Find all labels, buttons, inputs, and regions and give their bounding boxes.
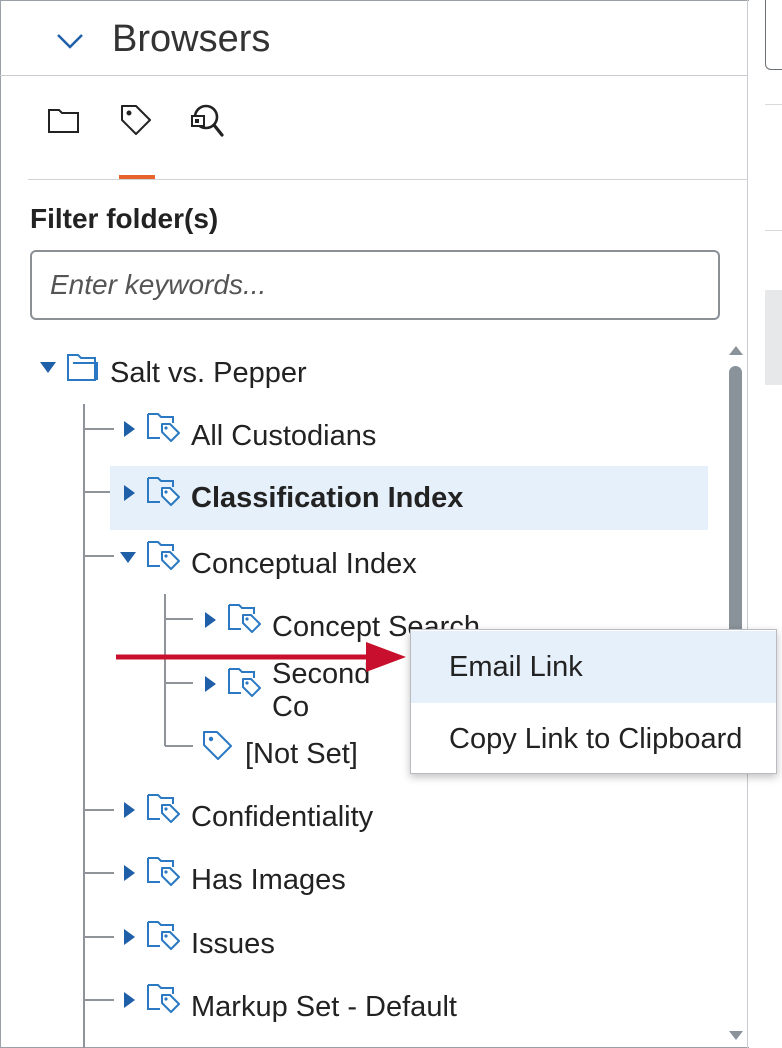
annotation-arrow-icon (116, 642, 406, 672)
tree-item-all-custodians[interactable]: All Custodians (191, 406, 691, 466)
tree-connector (84, 936, 114, 938)
tag-icon[interactable] (118, 102, 154, 138)
caret-right-icon[interactable] (124, 421, 136, 437)
tree-item-label: Issues (191, 927, 275, 960)
tree-item-label: Classification Index (191, 481, 464, 514)
tree-item-has-images[interactable]: Has Images (191, 850, 691, 910)
tree-connector (165, 745, 193, 747)
tree-connector (84, 809, 114, 811)
scroll-up-icon[interactable] (728, 344, 744, 356)
tree-connector (84, 872, 114, 874)
folder-icon[interactable] (46, 102, 82, 138)
tree-item-confidentiality[interactable]: Confidentiality (191, 787, 691, 847)
caret-down-icon[interactable] (120, 552, 136, 564)
caret-right-icon[interactable] (124, 485, 136, 501)
tree-item-label: Conceptual Index (191, 547, 417, 580)
tree-item-issues[interactable]: Issues (191, 914, 691, 974)
chevron-down-icon[interactable] (55, 26, 85, 56)
scrollbar-thumb[interactable] (729, 366, 742, 636)
tree-item-label: Confidentiality (191, 800, 374, 833)
tree-item-markup-set-default[interactable]: Markup Set - Default (191, 977, 691, 1037)
caret-right-icon[interactable] (205, 612, 217, 628)
adjacent-panel-strip (749, 0, 782, 1048)
tag-folder-icon (147, 413, 180, 442)
tag-folder-icon (147, 541, 180, 570)
tag-folder-icon (147, 921, 180, 950)
tag-folder-icon (147, 857, 180, 886)
tag-icon (203, 731, 232, 760)
strip-divider (765, 230, 782, 231)
panel-title: Browsers (112, 18, 271, 60)
adjacent-panel-box (765, 0, 782, 70)
menu-item-copy-link[interactable]: Copy Link to Clipboard (411, 703, 776, 775)
tag-folder-icon (147, 794, 180, 823)
caret-right-icon[interactable] (205, 676, 217, 692)
tag-folder-icon (228, 604, 261, 633)
tree-item-label-row: Classification Index (191, 468, 691, 528)
tag-folder-icon (147, 984, 180, 1013)
tree-connector (165, 618, 193, 620)
tree-item-label: Salt vs. Pepper (110, 356, 307, 389)
tag-folder-icon (147, 477, 180, 506)
tree-item-label: All Custodians (191, 419, 377, 452)
filter-keywords-input[interactable] (30, 250, 720, 320)
panel-header: Browsers (0, 0, 748, 76)
tree-item-label: Markup Set - Default (191, 990, 457, 1023)
saved-search-icon[interactable] (190, 102, 226, 138)
tree-item-salt-vs-pepper[interactable]: Salt vs. Pepper (110, 343, 430, 403)
menu-item-email-link[interactable]: Email Link (411, 631, 776, 703)
tree-item-label: Has Images (191, 863, 346, 896)
tree-connector (83, 404, 85, 1048)
tree-connector (165, 682, 193, 684)
browsers-panel: Browsers Filter folder(s) Salt vs. Peppe… (0, 0, 748, 1048)
folder-open-icon (67, 354, 98, 381)
tree-item-label: [Not Set] (245, 737, 358, 770)
strip-scroll-area (765, 290, 782, 385)
scroll-down-icon[interactable] (728, 1030, 744, 1042)
tab-divider (28, 179, 748, 180)
tree-connector (84, 555, 114, 557)
tree-connector (84, 999, 114, 1001)
strip-divider (765, 104, 782, 105)
caret-right-icon[interactable] (124, 802, 136, 818)
tree-connector (84, 428, 114, 430)
context-menu: Email Link Copy Link to Clipboard (410, 629, 777, 774)
caret-right-icon[interactable] (124, 865, 136, 881)
tree-item-conceptual-index[interactable]: Conceptual Index (191, 534, 691, 594)
caret-right-icon[interactable] (124, 992, 136, 1008)
caret-right-icon[interactable] (124, 929, 136, 945)
filter-label: Filter folder(s) (30, 203, 219, 234)
caret-down-icon[interactable] (40, 362, 56, 374)
